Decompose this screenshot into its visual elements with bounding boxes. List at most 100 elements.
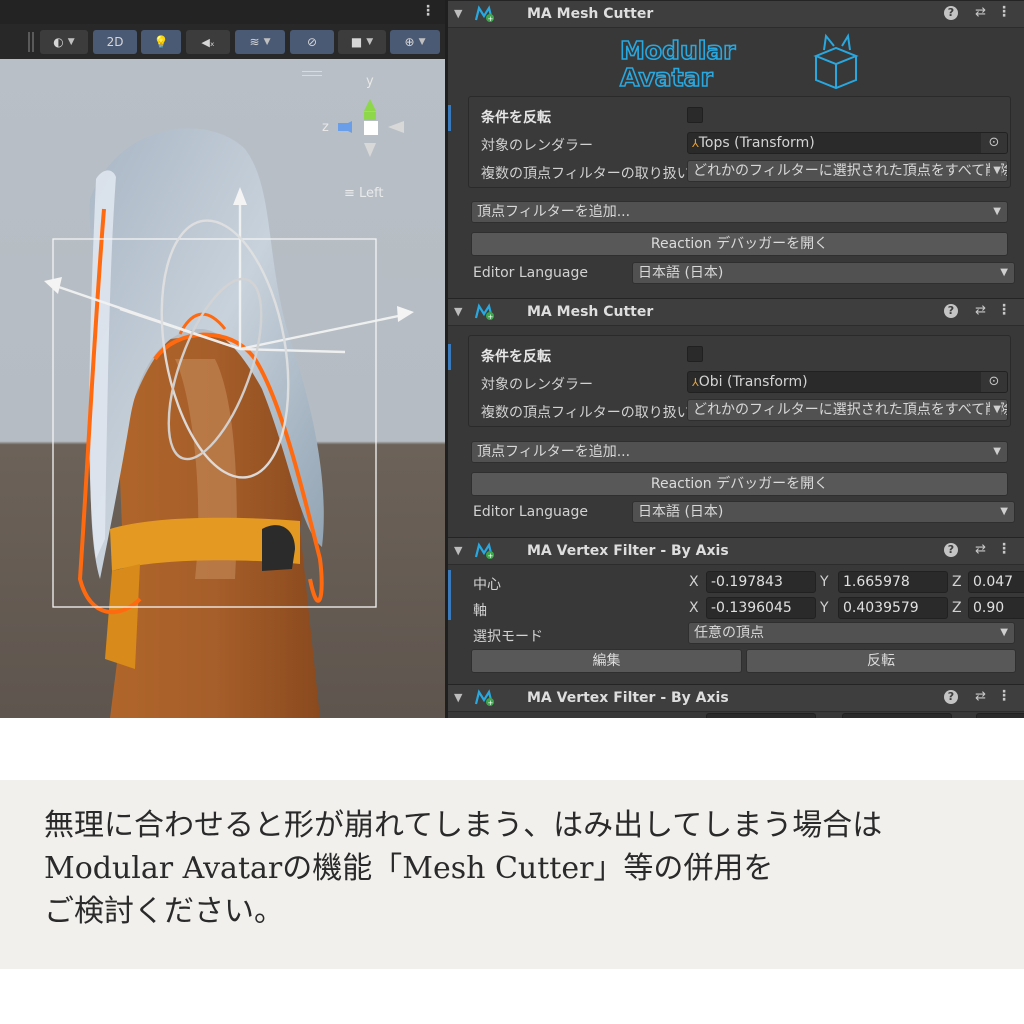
axis-z-field[interactable]: 0.90 bbox=[968, 597, 1024, 619]
camera-dropdown[interactable]: ■ ▼ bbox=[338, 30, 386, 54]
audio-toggle[interactable]: ◀ₓ bbox=[186, 30, 230, 54]
lightbulb-icon: 💡 bbox=[153, 35, 169, 49]
scene-toolbar: ⋮ ◐ ▼ 2D 💡 ◀ₓ ≋ ▼ ⊘ ■ ▼ ⊕ ▼ bbox=[0, 0, 445, 59]
multi-filter-value: どれかのフィルターに選択された頂点をすべて削除 bbox=[693, 163, 1008, 179]
chevron-down-icon: ▼ bbox=[997, 263, 1008, 283]
open-reaction-debugger-button[interactable]: Reaction デバッガーを開く bbox=[471, 472, 1008, 496]
component-title: MA Mesh Cutter bbox=[527, 6, 654, 22]
eye-slash-icon: ⊘ bbox=[306, 35, 318, 49]
logo-line1: Modular bbox=[620, 36, 736, 65]
center-y-field[interactable]: 1.665978 bbox=[838, 571, 948, 593]
preset-sliders-icon[interactable]: ⇄ bbox=[975, 542, 986, 557]
transform-icon: ⅄ bbox=[692, 376, 699, 389]
target-renderer-value: Tops (Transform) bbox=[698, 135, 815, 151]
preset-sliders-icon[interactable]: ⇄ bbox=[975, 303, 986, 318]
chevron-down-icon: ▼ bbox=[67, 37, 75, 47]
invert-button[interactable]: 反転 bbox=[746, 649, 1016, 673]
preset-sliders-icon[interactable]: ⇄ bbox=[975, 689, 986, 704]
foldout-arrow-icon[interactable]: ▼ bbox=[454, 7, 462, 20]
foldout-arrow-icon[interactable]: ▼ bbox=[454, 691, 462, 704]
invert-condition-label: 条件を反転 bbox=[481, 349, 551, 365]
editor-language-label: Editor Language bbox=[473, 265, 588, 281]
axis-x-field[interactable]: -0.1396045 bbox=[706, 597, 816, 619]
axis-z-letter: Z bbox=[952, 600, 962, 616]
effects-dropdown[interactable]: ≋ ▼ bbox=[235, 30, 285, 54]
chevron-down-icon: ▼ bbox=[997, 502, 1008, 522]
add-vertex-filter-dropdown[interactable]: 頂点フィルターを追加... ▼ bbox=[471, 441, 1008, 463]
component-menu-icon[interactable]: ⋮ bbox=[997, 4, 1011, 20]
caption-line-1: 無理に合わせると形が崩れてしまう、はみ出してしまう場合は bbox=[44, 808, 883, 843]
object-picker-icon[interactable]: ⊙ bbox=[981, 133, 1007, 153]
open-reaction-debugger-button[interactable]: Reaction デバッガーを開く bbox=[471, 232, 1008, 256]
component-header-mesh-cutter-1[interactable]: ▼ + MA Mesh Cutter ? ⇄ ⋮ bbox=[448, 0, 1024, 28]
add-vertex-filter-value: 頂点フィルターを追加... bbox=[477, 444, 631, 460]
axis-y-field[interactable]: 0.4039579 bbox=[838, 597, 948, 619]
multi-filter-label: 複数の頂点フィルターの取り扱い bbox=[481, 166, 691, 182]
component-title: MA Vertex Filter - By Axis bbox=[527, 543, 729, 559]
add-vertex-filter-dropdown[interactable]: 頂点フィルターを追加... ▼ bbox=[471, 201, 1008, 223]
scene-visibility-toggle[interactable]: ⊘ bbox=[290, 30, 334, 54]
editor-language-dropdown[interactable]: 日本語 (日本) ▼ bbox=[632, 501, 1015, 523]
foldout-arrow-icon[interactable]: ▼ bbox=[454, 544, 462, 557]
axis-y-label: y bbox=[366, 74, 374, 89]
selection-mode-value: 任意の頂点 bbox=[694, 625, 764, 641]
selection-mode-label: 選択モード bbox=[473, 629, 543, 645]
editor-language-value: 日本語 (日本) bbox=[638, 504, 724, 520]
shading-mode-button[interactable]: ◐ ▼ bbox=[40, 30, 88, 54]
multi-filter-dropdown[interactable]: どれかのフィルターに選択された頂点をすべて削除 ▼ bbox=[687, 160, 1008, 182]
chevron-down-icon: ▼ bbox=[418, 37, 426, 47]
editor-language-label: Editor Language bbox=[473, 504, 588, 520]
edit-button[interactable]: 編集 bbox=[471, 649, 742, 673]
object-picker-icon[interactable]: ⊙ bbox=[981, 372, 1007, 392]
audio-mute-icon: ◀ₓ bbox=[201, 35, 215, 49]
axis-z-label: z bbox=[322, 120, 329, 135]
invert-condition-checkbox[interactable] bbox=[687, 346, 703, 362]
invert-condition-checkbox[interactable] bbox=[687, 107, 703, 123]
help-icon[interactable]: ? bbox=[944, 6, 958, 20]
foldout-arrow-icon[interactable]: ▼ bbox=[454, 305, 462, 318]
partial-field[interactable] bbox=[706, 713, 816, 718]
view-orientation-label[interactable]: ≡ Left bbox=[344, 186, 383, 201]
modular-avatar-component-icon: + bbox=[474, 688, 496, 712]
help-icon[interactable]: ? bbox=[944, 543, 958, 557]
component-menu-icon[interactable]: ⋮ bbox=[997, 541, 1011, 557]
target-renderer-field[interactable]: ⅄Obi (Transform) ⊙ bbox=[687, 371, 1008, 393]
chevron-down-icon: ▼ bbox=[366, 37, 374, 47]
chevron-down-icon: ▼ bbox=[990, 161, 1001, 181]
component-title: MA Mesh Cutter bbox=[527, 304, 654, 320]
center-label: 中心 bbox=[473, 577, 501, 593]
svg-text:+: + bbox=[488, 313, 494, 321]
modular-avatar-component-icon: + bbox=[474, 4, 496, 28]
editor-language-dropdown[interactable]: 日本語 (日本) ▼ bbox=[632, 262, 1015, 284]
scene-tab-strip bbox=[0, 0, 445, 24]
caption-panel: 無理に合わせると形が崩れてしまう、はみ出してしまう場合は Modular Ava… bbox=[0, 780, 1024, 969]
multi-filter-dropdown[interactable]: どれかのフィルターに選択された頂点をすべて削除 ▼ bbox=[687, 399, 1008, 421]
viewport-drag-handle[interactable] bbox=[302, 71, 322, 76]
help-icon[interactable]: ? bbox=[944, 304, 958, 318]
scene-more-icon[interactable]: ⋮ bbox=[421, 3, 435, 19]
invert-condition-label: 条件を反転 bbox=[481, 110, 551, 126]
component-menu-icon[interactable]: ⋮ bbox=[997, 302, 1011, 318]
scene-viewport[interactable]: y z ≡ Left bbox=[0, 59, 445, 718]
help-icon[interactable]: ? bbox=[944, 690, 958, 704]
toolbar-grip-icon[interactable] bbox=[28, 32, 34, 52]
preset-sliders-icon[interactable]: ⇄ bbox=[975, 5, 986, 20]
selection-mode-dropdown[interactable]: 任意の頂点 ▼ bbox=[688, 622, 1015, 644]
center-x-field[interactable]: -0.197843 bbox=[706, 571, 816, 593]
partial-field[interactable] bbox=[842, 713, 952, 718]
component-menu-icon[interactable]: ⋮ bbox=[997, 688, 1011, 704]
chevron-down-icon: ▼ bbox=[990, 400, 1001, 420]
component-header-vertex-filter-1[interactable]: ▼ + MA Vertex Filter - By Axis ? ⇄ ⋮ bbox=[448, 537, 1024, 565]
gizmos-dropdown[interactable]: ⊕ ▼ bbox=[390, 30, 440, 54]
mode-2d-button[interactable]: 2D bbox=[93, 30, 137, 54]
lighting-toggle[interactable]: 💡 bbox=[141, 30, 181, 54]
target-renderer-field[interactable]: ⅄Tops (Transform) ⊙ bbox=[687, 132, 1008, 154]
axis-y-letter: Y bbox=[820, 600, 829, 616]
partial-field[interactable] bbox=[976, 713, 1024, 718]
target-renderer-label: 対象のレンダラー bbox=[481, 377, 593, 393]
component-header-vertex-filter-2[interactable]: ▼ + MA Vertex Filter - By Axis ? ⇄ ⋮ bbox=[448, 684, 1024, 712]
center-z-field[interactable]: 0.047 bbox=[968, 571, 1024, 593]
component-header-mesh-cutter-2[interactable]: ▼ + MA Mesh Cutter ? ⇄ ⋮ bbox=[448, 298, 1024, 326]
camera-icon: ■ bbox=[350, 35, 363, 49]
chevron-down-icon: ▼ bbox=[997, 623, 1008, 643]
